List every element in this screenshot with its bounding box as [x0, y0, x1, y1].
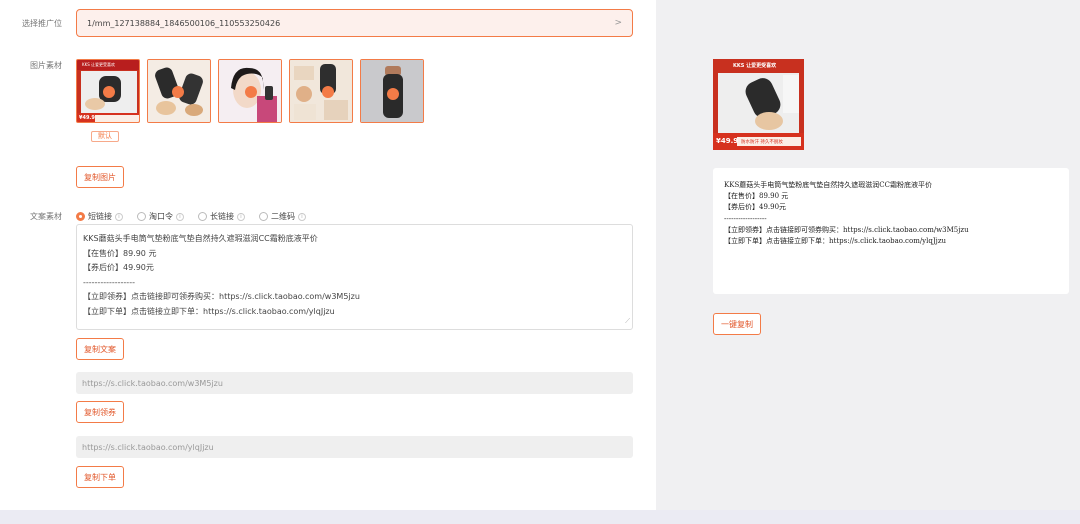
copy-text-line: 【在售价】89.90 元 — [83, 248, 157, 258]
copy-order-button[interactable]: 复制下单 — [76, 466, 124, 488]
preview-image-tag: 防水防汗 持久不脱妆 — [741, 140, 783, 145]
radio-unselected-icon — [259, 212, 268, 221]
copy-text-line: 【立即下单】点击链接立即下单：https://s.click.taobao.co… — [83, 306, 335, 316]
thumb-1-price: ¥49.9 — [79, 115, 95, 121]
preview-text-line: 【券后价】49.90元 — [724, 203, 787, 212]
chevron-right-icon: > — [614, 18, 622, 28]
copy-text-line: ------------------ — [83, 277, 135, 287]
image-label: 图片素材 — [30, 61, 62, 70]
info-icon: i — [176, 212, 184, 221]
radio-selected-icon — [76, 212, 85, 221]
copy-coupon-button[interactable]: 复制领券 — [76, 401, 124, 423]
copy-image-button[interactable]: 复制图片 — [76, 166, 124, 188]
radio-qrcode[interactable]: 二维码 i — [259, 211, 306, 222]
slot-select[interactable]: 1/mm_127138884_1846500106_110553250426 > — [76, 9, 633, 37]
product-image-3[interactable] — [218, 59, 282, 123]
radio-unselected-icon — [137, 212, 146, 221]
preview-text-line: 【立即领券】点击链接即可领券购买：https://s.click.taobao.… — [724, 225, 969, 234]
radio-label: 短链接 — [88, 212, 112, 221]
copy-text-line: 【券后价】49.90元 — [83, 263, 154, 272]
copy-text-line: 【立即领券】点击链接即可领券购买：https://s.click.taobao.… — [83, 292, 360, 301]
preview-text-card: KKS蘑菇头手电筒气垫粉底气垫自然持久遮瑕滋润CC霜粉底液平价 【在售价】89.… — [713, 168, 1069, 294]
product-image-1[interactable]: KKS 让爱更受喜欢 ¥49.9 — [76, 59, 140, 123]
copy-text-line: KKS蘑菇头手电筒气垫粉底气垫自然持久遮瑕滋润CC霜粉底液平价 — [83, 234, 318, 243]
radio-label: 淘口令 — [149, 212, 173, 221]
thumbnail-list: KKS 让爱更受喜欢 ¥49.9 — [76, 59, 424, 123]
copy-all-button[interactable]: 一键复制 — [713, 313, 761, 335]
product-image-2-art — [148, 60, 210, 122]
preview-image-price: ¥49.9 — [716, 137, 739, 145]
copy-label: 文案素材 — [30, 212, 62, 221]
product-image-2[interactable] — [147, 59, 211, 123]
info-icon: i — [237, 212, 245, 221]
product-image-4[interactable] — [289, 59, 353, 123]
radio-short-link[interactable]: 短链接 i — [76, 211, 123, 222]
preview-text-line: KKS蘑菇头手电筒气垫粉底气垫自然持久遮瑕滋润CC霜粉底液平价 — [724, 181, 932, 189]
product-image-3-art — [219, 60, 281, 122]
order-url-field[interactable]: https://s.click.taobao.com/ylqJjzu — [76, 436, 633, 458]
copy-text-button[interactable]: 复制文案 — [76, 338, 124, 360]
bottom-band — [0, 510, 1080, 524]
preview-text-line: 【在售价】89.90 元 — [724, 192, 789, 201]
resize-handle-icon[interactable]: ⟋ — [625, 314, 630, 329]
product-image-4-art — [290, 60, 352, 122]
preview-text-line: ------------------ — [724, 214, 767, 223]
default-badge: 默认 — [91, 131, 119, 142]
preview-text-line: 【立即下单】点击链接立即下单：https://s.click.taobao.co… — [724, 237, 947, 246]
product-image-5[interactable] — [360, 59, 424, 123]
info-icon: i — [298, 212, 306, 221]
radio-unselected-icon — [198, 212, 207, 221]
copy-text-area[interactable]: KKS蘑菇头手电筒气垫粉底气垫自然持久遮瑕滋润CC霜粉底液平价 【在售价】89.… — [76, 224, 633, 330]
info-icon: i — [115, 212, 123, 221]
product-image-5-art — [361, 60, 423, 122]
product-image-1-art — [77, 60, 139, 122]
thumb-1-banner: KKS 让爱更受喜欢 — [82, 62, 116, 67]
coupon-url-field[interactable]: https://s.click.taobao.com/w3M5jzu — [76, 372, 633, 394]
link-type-radio-group: 短链接 i 淘口令 i 长链接 i 二维码 i — [76, 211, 306, 222]
radio-taokouling[interactable]: 淘口令 i — [137, 211, 184, 222]
preview-image-banner: KKS 让爱更受喜欢 — [733, 63, 777, 69]
radio-label: 二维码 — [271, 212, 295, 221]
slot-label: 选择推广位 — [22, 19, 62, 28]
preview-product-image: KKS 让爱更受喜欢 ¥49.9 防水防汗 持久不脱妆 — [713, 59, 804, 150]
slot-value: 1/mm_127138884_1846500106_110553250426 — [87, 18, 281, 28]
radio-long-link[interactable]: 长链接 i — [198, 211, 245, 222]
radio-label: 长链接 — [210, 212, 234, 221]
